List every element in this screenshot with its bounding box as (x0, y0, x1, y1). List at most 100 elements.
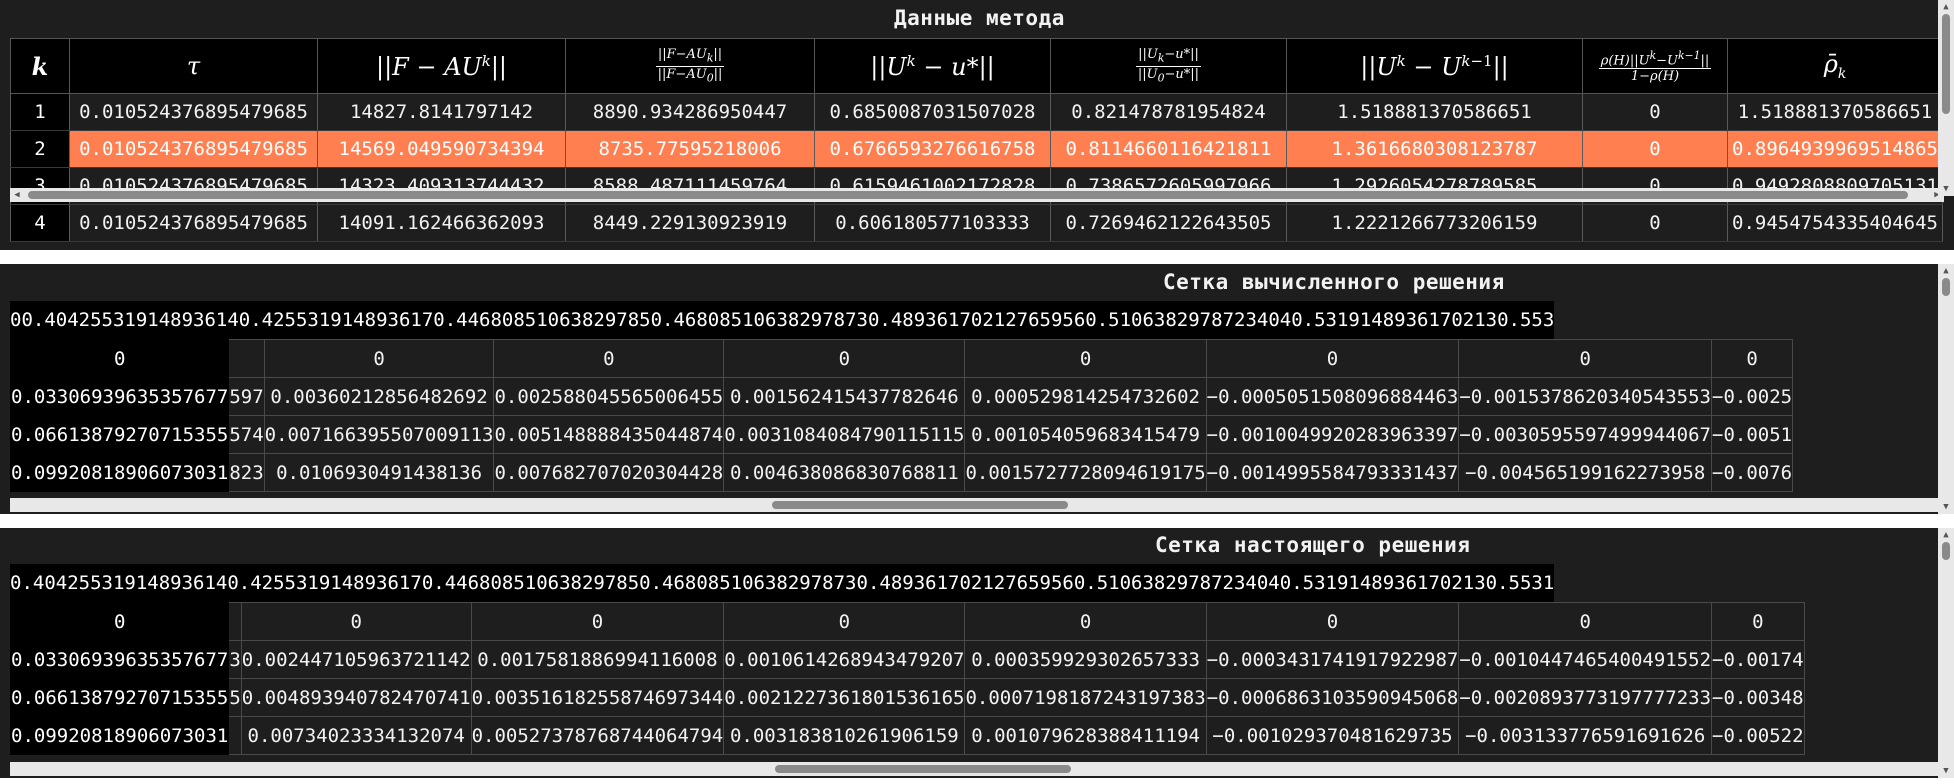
table-cell[interactable]: −0.0010293704816297​35 (1205, 716, 1460, 755)
method-data-row[interactable]: 4 0.010524376895479685 14091.162466362093 8… (10, 204, 1943, 242)
table-cell[interactable]: −0.00522 (1711, 716, 1805, 755)
scroll-down-arrow-icon[interactable]: ▼ (1938, 182, 1954, 196)
table-cell[interactable]: 0.004893940782470741 (240, 678, 472, 717)
computed-horizontal-scrollbar[interactable] (10, 498, 1940, 512)
table-cell[interactable]: 0.0073402333413207​4 (240, 716, 472, 755)
table-cell[interactable]: 0.001758188699411600​8 (470, 640, 725, 679)
table-cell[interactable]: −0.0003431741917922987 (1205, 640, 1460, 679)
table-cell[interactable]: −0.0030595597499944067 (1458, 415, 1713, 454)
table-cell[interactable] (228, 339, 265, 378)
table-cell[interactable]: 0.003183810261906159 (723, 716, 966, 755)
table-cell[interactable]: 0.8964939969514865 (1727, 130, 1943, 168)
table-cell[interactable]: −0.003133776591691626 (1458, 716, 1713, 755)
row-index-cell[interactable]: 1 (10, 93, 70, 131)
table-cell[interactable]: −0.00174 (1711, 640, 1805, 679)
table-cell[interactable]: 0 (964, 339, 1207, 378)
table-cell[interactable]: 0 (1458, 602, 1713, 641)
table-cell[interactable]: 597 (228, 377, 265, 416)
table-cell[interactable]: 0.001054059683415479 (964, 415, 1207, 454)
table-cell[interactable]: −0.004565199162273958 (1458, 453, 1713, 492)
table-cell[interactable]: 0.004638086830768811 (723, 453, 966, 492)
table-cell[interactable]: 0.010524376895479685 (69, 93, 318, 131)
table-cell[interactable]: 8890.934286950447 (565, 93, 815, 131)
table-cell[interactable]: 0.821478781954824 (1050, 93, 1287, 131)
scroll-down-arrow-icon[interactable]: ▼ (1938, 764, 1954, 778)
method-data-row[interactable]: 2 0.010524376895479685 14569.049590734394 8… (10, 130, 1943, 168)
table-cell[interactable]: 0 (1205, 339, 1460, 378)
table-cell[interactable]: 14827.8141797142 (317, 93, 566, 131)
table-cell[interactable]: 0 (723, 602, 966, 641)
table-cell[interactable]: 0.007682707020304428 (493, 453, 725, 492)
table-cell[interactable]: 574 (228, 415, 265, 454)
scrollbar-thumb[interactable] (28, 191, 1908, 199)
table-cell[interactable]: 0.0106930491438136 (263, 453, 495, 492)
table-cell[interactable]: −0.0005051508096884463 (1205, 377, 1460, 416)
computed-vertical-scrollbar[interactable]: ▲ ▼ (1938, 264, 1954, 514)
table-cell[interactable]: −0.0010049920283963397 (1205, 415, 1460, 454)
table-cell[interactable]: 0 (1458, 339, 1713, 378)
table-cell[interactable]: 0.00035992930265733​3 (964, 640, 1207, 679)
table-cell[interactable]: 14569.049590734394 (317, 130, 566, 168)
table-cell[interactable]: 0 (263, 339, 495, 378)
scrollbar-thumb[interactable] (775, 765, 1071, 773)
table-cell[interactable]: 1.518881370586651 (1727, 93, 1943, 131)
row-index-cell[interactable]: 2 (10, 130, 70, 168)
table-cell[interactable]: 1.2221266773206159 (1286, 204, 1583, 242)
method-horizontal-scrollbar[interactable]: ◀ ▶ (10, 188, 1944, 202)
table-cell[interactable]: 0.005273787687440647​94 (470, 716, 725, 755)
table-cell[interactable]: 0.9454754335404645 (1727, 204, 1943, 242)
table-cell[interactable]: 0.0010614268943479207 (723, 640, 966, 679)
scroll-down-arrow-icon[interactable]: ▼ (1938, 500, 1954, 514)
table-cell[interactable]: 0.001079628388411194 (964, 716, 1207, 755)
table-cell[interactable]: 0 (1582, 93, 1728, 131)
table-cell[interactable]: −0.0076 (1711, 453, 1794, 492)
table-cell[interactable]: 0.0035161825587469734​4 (470, 678, 725, 717)
scroll-up-arrow-icon[interactable]: ▲ (1938, 264, 1954, 278)
table-cell[interactable]: −0.0006863103590945068 (1205, 678, 1460, 717)
table-cell[interactable]: 0.0021227361801536165 (723, 678, 966, 717)
table-cell[interactable]: 0.7269462122643505 (1050, 204, 1287, 242)
table-cell[interactable]: 0.002447105963721142 (240, 640, 472, 679)
table-cell[interactable]: 8449.229130923919 (565, 204, 815, 242)
true-vertical-scrollbar[interactable]: ▲ ▼ (1938, 528, 1954, 778)
table-cell[interactable]: 0.003108408479011511​5 (723, 415, 966, 454)
table-cell[interactable]: 0.007166395507009113 (263, 415, 495, 454)
method-vertical-scrollbar[interactable]: ▲ ▼ (1938, 0, 1954, 196)
table-cell[interactable]: 5 (228, 678, 242, 717)
table-cell[interactable]: 0.00360212856482692 (263, 377, 495, 416)
table-cell[interactable]: 0.6766593276616758 (814, 130, 1051, 168)
table-cell[interactable] (228, 716, 242, 755)
table-cell[interactable]: 823 (228, 453, 265, 492)
table-cell[interactable]: 0.002588045565006455 (493, 377, 725, 416)
table-cell[interactable]: 0.010524376895479685 (69, 130, 318, 168)
table-cell[interactable]: 0.005148888435044874 (493, 415, 725, 454)
table-cell[interactable]: 0.000529814254732602 (964, 377, 1207, 416)
table-cell[interactable]: 0 (1582, 130, 1728, 168)
table-cell[interactable]: −0.001537862034054355​3 (1458, 377, 1713, 416)
table-cell[interactable]: 0 (493, 339, 725, 378)
scrollbar-thumb[interactable] (1942, 542, 1950, 560)
table-cell[interactable]: 0.6850087031507028 (814, 93, 1051, 131)
table-cell[interactable] (228, 602, 242, 641)
scrollbar-thumb[interactable] (1942, 14, 1950, 114)
table-cell[interactable]: 0 (470, 602, 725, 641)
table-cell[interactable]: −0.00348 (1711, 678, 1805, 717)
table-cell[interactable]: 0.001562415437782646 (723, 377, 966, 416)
scrollbar-thumb[interactable] (1942, 278, 1950, 296)
scroll-up-arrow-icon[interactable]: ▲ (1938, 0, 1954, 14)
table-cell[interactable]: 0.606180577103333 (814, 204, 1051, 242)
table-cell[interactable]: 0.0015727728094619175 (964, 453, 1207, 492)
scrollbar-thumb[interactable] (772, 501, 1068, 509)
table-cell[interactable]: 1.518881370586651 (1286, 93, 1583, 131)
table-cell[interactable]: 0 (1711, 602, 1805, 641)
table-cell[interactable]: −0.0051 (1711, 415, 1794, 454)
table-cell[interactable]: 0 (1205, 602, 1460, 641)
table-cell[interactable]: 0.0007198187243197383 (964, 678, 1207, 717)
table-cell[interactable]: −0.0010447465400491552 (1458, 640, 1713, 679)
table-cell[interactable]: 0 (964, 602, 1207, 641)
table-cell[interactable]: 0 (1582, 204, 1728, 242)
table-cell[interactable]: 1.3616680308123787 (1286, 130, 1583, 168)
table-cell[interactable]: 14091.162466362093 (317, 204, 566, 242)
row-index-cell[interactable]: 4 (10, 204, 70, 242)
table-cell[interactable]: 3 (228, 640, 242, 679)
